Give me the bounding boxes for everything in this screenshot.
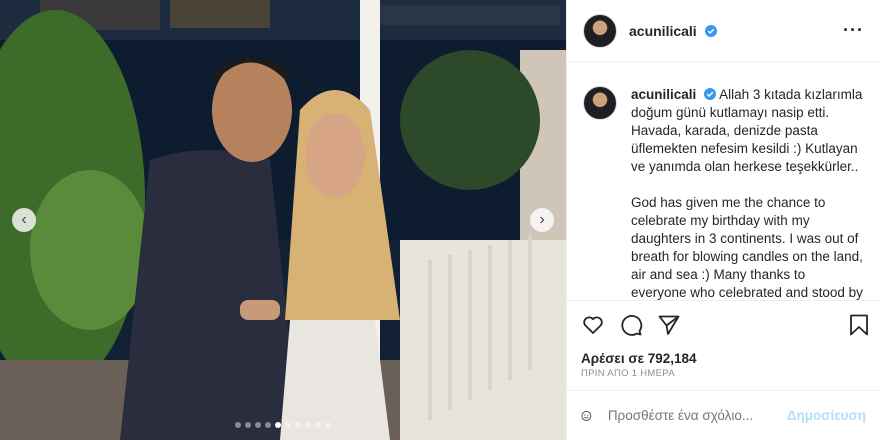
caption-avatar[interactable]: [583, 86, 617, 120]
username-label[interactable]: acunilicali: [629, 23, 697, 39]
post-sidebar: acunilicali ··· acunilicali Allah 3 kıta…: [566, 0, 880, 440]
caption-area: acunilicali Allah 3 kıtada kızlarımla do…: [567, 62, 880, 300]
verified-badge-icon: [704, 24, 717, 37]
comment-input[interactable]: [605, 407, 787, 424]
avatar[interactable]: [583, 13, 617, 48]
carousel-indicator: [0, 422, 566, 428]
carousel-dot: [315, 422, 321, 428]
chevron-right-icon[interactable]: ›: [530, 208, 554, 232]
caption-text: acunilicali Allah 3 kıtada kızlarımla do…: [631, 86, 864, 300]
instagram-post: ‹ › acunilicali ··· acunilicali Allah 3 …: [0, 0, 880, 440]
emoji-icon[interactable]: [581, 404, 592, 428]
caption-username[interactable]: acunilicali: [631, 87, 696, 102]
timestamp[interactable]: ΠΡΙΝ ΑΠΟ 1 ΗΜΕΡΑ: [581, 368, 675, 379]
photo-illustration: [0, 0, 566, 440]
send-icon[interactable]: [657, 313, 681, 337]
bookmark-icon[interactable]: [848, 313, 870, 337]
more-options-icon[interactable]: ···: [843, 20, 864, 41]
carousel-dot: [255, 422, 261, 428]
post-header: acunilicali ···: [567, 0, 880, 62]
carousel-dot: [235, 422, 241, 428]
likes-count[interactable]: Αρέσει σε 792,184: [581, 351, 870, 366]
action-bar: Αρέσει σε 792,184: [567, 300, 880, 370]
carousel-dot: [295, 422, 301, 428]
carousel-dot: [305, 422, 311, 428]
heart-icon[interactable]: [581, 313, 605, 337]
carousel-dot: [245, 422, 251, 428]
caption-body: Allah 3 kıtada kızlarımla doğum günü kut…: [631, 87, 863, 300]
carousel-dot: [285, 422, 291, 428]
username[interactable]: acunilicali: [629, 23, 717, 39]
carousel-dot: [265, 422, 271, 428]
chevron-left-icon[interactable]: ‹: [12, 208, 36, 232]
comment-bar: Δημοσίευση: [567, 390, 880, 440]
post-comment-button[interactable]: Δημοσίευση: [787, 408, 866, 423]
comment-icon[interactable]: [619, 313, 643, 337]
carousel-dot: [325, 422, 331, 428]
carousel-dot: [275, 422, 281, 428]
verified-badge-icon: [704, 88, 717, 100]
post-photo[interactable]: ‹ ›: [0, 0, 566, 440]
